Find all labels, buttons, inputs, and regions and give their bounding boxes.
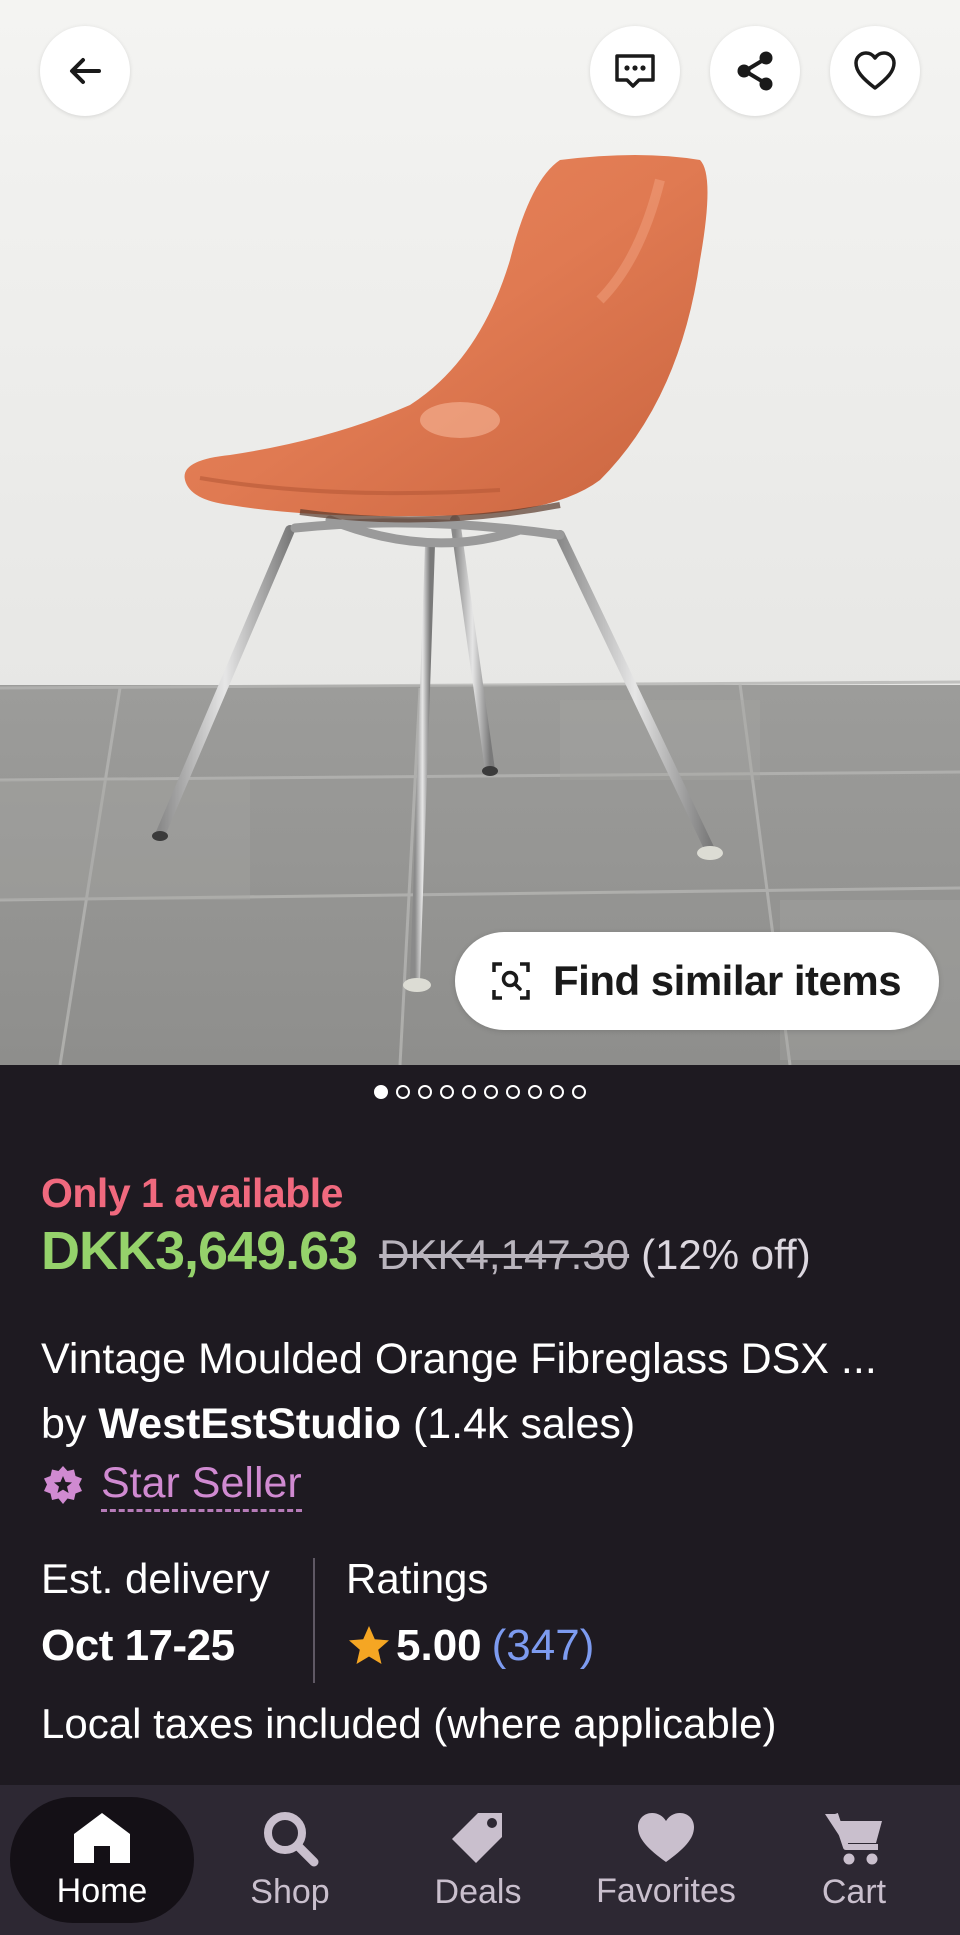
- product-image-carousel[interactable]: Find similar items: [0, 0, 960, 1065]
- image-search-icon: [492, 962, 530, 1000]
- discount-percent: (12% off): [641, 1231, 811, 1278]
- image-pagination-dots[interactable]: [0, 1085, 960, 1099]
- availability-notice: Only 1 available: [41, 1170, 343, 1216]
- star-seller-badge[interactable]: Star Seller: [41, 1459, 302, 1513]
- nav-home[interactable]: Home: [10, 1797, 194, 1923]
- product-photo: [0, 0, 960, 1065]
- delivery-label: Est. delivery: [41, 1555, 270, 1602]
- rating-score: 5.00: [396, 1621, 482, 1670]
- find-similar-items-label: Find similar items: [553, 957, 902, 1004]
- original-price: DKK4,147.30: [379, 1231, 630, 1278]
- pagination-dot[interactable]: [374, 1085, 388, 1099]
- home-icon: [74, 1812, 130, 1863]
- estimated-delivery: Est. delivery Oct 17-25: [41, 1555, 270, 1671]
- bottom-navigation: Home Shop Deals Favorites Cart: [0, 1785, 960, 1935]
- nav-deals-label: Deals: [434, 1872, 522, 1911]
- ratings-label: Ratings: [346, 1555, 489, 1602]
- share-icon: [737, 51, 773, 91]
- heart-outline-icon: [854, 51, 896, 90]
- pagination-dot[interactable]: [440, 1085, 454, 1099]
- nav-home-label: Home: [56, 1871, 148, 1910]
- tag-icon: [452, 1812, 502, 1863]
- nav-favorites-label: Favorites: [596, 1871, 736, 1910]
- pagination-dot[interactable]: [572, 1085, 586, 1099]
- product-page: Find similar items Only 1 available DKK3…: [0, 0, 960, 1935]
- pagination-dot[interactable]: [484, 1085, 498, 1099]
- nav-favorites[interactable]: Favorites: [574, 1797, 758, 1923]
- cart-icon: [825, 1812, 882, 1864]
- taxes-note: Local taxes included (where applicable): [41, 1700, 777, 1747]
- star-icon: [349, 1626, 389, 1664]
- back-button[interactable]: [40, 26, 130, 116]
- seller-name-link[interactable]: WestEstStudio: [98, 1400, 401, 1448]
- pagination-dot[interactable]: [506, 1085, 520, 1099]
- pagination-dot[interactable]: [418, 1085, 432, 1099]
- pagination-dot[interactable]: [550, 1085, 564, 1099]
- pagination-dot[interactable]: [396, 1085, 410, 1099]
- heart-icon: [638, 1812, 694, 1862]
- nav-cart-label: Cart: [821, 1872, 887, 1911]
- nav-deals[interactable]: Deals: [386, 1797, 570, 1923]
- favorite-button[interactable]: [830, 26, 920, 116]
- seller-sales: (1.4k sales): [401, 1400, 636, 1448]
- product-title[interactable]: Vintage Moulded Orange Fibreglass DSX ..…: [41, 1335, 877, 1384]
- star-seller-badge-icon: [44, 1466, 82, 1505]
- current-price: DKK3,649.63: [41, 1221, 358, 1281]
- message-icon: [615, 54, 655, 88]
- message-seller-button[interactable]: [590, 26, 680, 116]
- star-seller-label: Star Seller: [101, 1459, 302, 1513]
- pagination-dot[interactable]: [528, 1085, 542, 1099]
- seller-info: by WestEstStudio (1.4k sales): [41, 1400, 635, 1449]
- ratings-value: 5.00 (347): [346, 1621, 594, 1671]
- divider: [313, 1558, 315, 1683]
- nav-shop-label: Shop: [250, 1872, 330, 1911]
- ratings-summary[interactable]: Ratings 5.00 (347): [346, 1555, 594, 1671]
- find-similar-items-button[interactable]: Find similar items: [455, 932, 939, 1030]
- pagination-dot[interactable]: [462, 1085, 476, 1099]
- search-icon: [264, 1811, 319, 1866]
- rating-count-link[interactable]: (347): [492, 1621, 595, 1671]
- nav-cart[interactable]: Cart: [762, 1797, 946, 1923]
- arrow-left-icon: [70, 58, 101, 84]
- share-button[interactable]: [710, 26, 800, 116]
- price-row: DKK3,649.63 DKK4,147.30 (12% off): [41, 1220, 811, 1282]
- nav-shop[interactable]: Shop: [198, 1797, 382, 1923]
- delivery-dates: Oct 17-25: [41, 1621, 235, 1670]
- seller-prefix: by: [41, 1400, 99, 1448]
